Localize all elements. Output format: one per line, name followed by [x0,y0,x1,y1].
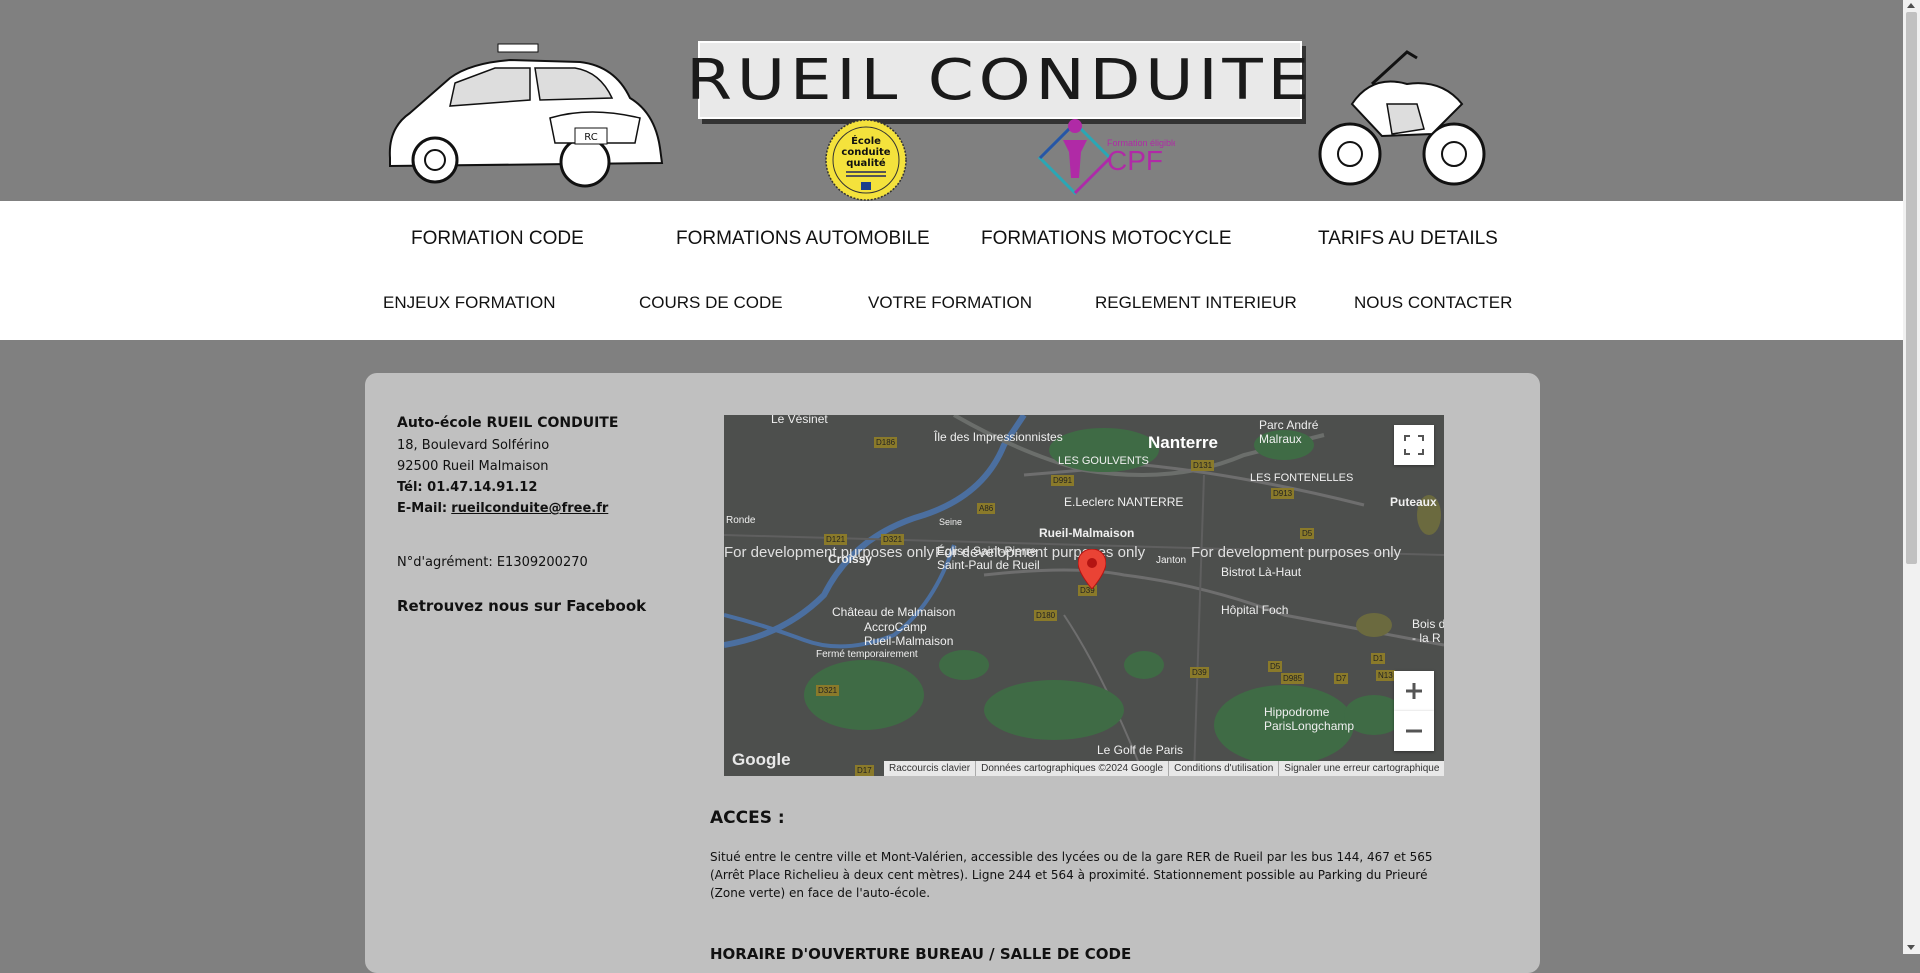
cpf-logo: Formation éligible au CPF [1037,119,1175,196]
facebook-link[interactable]: Retrouvez nous sur Facebook [397,597,646,615]
map-label-goulvents: LES GOULVENTS [1058,455,1149,467]
map-label-bois: Bois de - la R [1412,617,1444,645]
map-footer-report[interactable]: Signaler une erreur cartographique [1279,761,1444,776]
map-label-vesinet: Le Vésinet [771,415,828,426]
map-label-rueil: Rueil-Malmaison [1039,526,1135,540]
dev-watermark-1: For development purposes only [724,544,935,561]
car-plate: RC [584,132,597,143]
map-label-golf: Le Golf de Paris [1097,743,1184,757]
scroll-thumb[interactable] [1906,12,1917,564]
email-link[interactable]: rueilconduite@free.fr [451,501,608,516]
road-tag: N13 [1376,670,1395,681]
map-label-bistrot: Bistrot Là-Haut [1221,565,1302,579]
email-label: E-Mail: [397,501,448,516]
contact-address1: 18, Boulevard Solférino [397,438,550,453]
car-illustration: RC [388,43,664,188]
badge-line2: conduite [841,147,890,158]
road-tag: D991 [1051,475,1075,486]
map-label-nanterre: Nanterre [1148,433,1218,452]
fullscreen-button[interactable] [1394,425,1434,465]
road-tag: D131 [1191,460,1215,471]
nav-cours-de-code[interactable]: COURS DE CODE [639,293,783,313]
road-tag: D121 [824,534,848,545]
map-label-ferme: Fermé temporairement [816,649,918,660]
scroll-down-icon[interactable] [1907,945,1915,950]
nav-formations-automobile[interactable]: FORMATIONS AUTOMOBILE [676,228,930,250]
road-tag: D186 [874,437,898,448]
nav-enjeux-formation[interactable]: ENJEUX FORMATION [383,293,556,313]
content-card: Auto-école RUEIL CONDUITE 18, Boulevard … [365,373,1540,973]
map-footer-shortcuts[interactable]: Raccourcis clavier [884,761,977,776]
location-marker-icon[interactable] [1078,549,1106,589]
page-scrollbar[interactable] [1903,0,1920,954]
main-nav: FORMATION CODE FORMATIONS AUTOMOBILE FOR… [0,201,1903,340]
road-tag: D321 [881,534,905,545]
dev-watermark-2: For development purposes only [935,544,1146,561]
map-label-malraux: Parc André Malraux [1259,418,1319,446]
google-map[interactable]: Le Vésinet Île des Impressionnistes Nant… [724,415,1444,776]
phone-label: Tél: [397,480,423,495]
horaire-title: HORAIRE D'OUVERTURE BUREAU / SALLE DE CO… [710,945,1132,963]
contact-name: Auto-école RUEIL CONDUITE [397,415,619,431]
nav-formation-code[interactable]: FORMATION CODE [411,228,584,250]
map-label-malmaison: Château de Malmaison [832,605,956,619]
road-tag: D180 [1034,610,1058,621]
nav-nous-contacter[interactable]: NOUS CONTACTER [1354,293,1512,313]
road-tag: D5 [1268,661,1283,672]
nav-tarifs-au-details[interactable]: TARIFS AU DETAILS [1318,228,1498,250]
map-label-leclerc: E.Leclerc NANTERRE [1064,495,1184,509]
site-title: RUEIL CONDUITE [686,47,1314,113]
agrement-number: N°d'agrément: E1309200270 [397,555,588,570]
map-label-puteaux: Puteaux [1390,495,1437,509]
road-tag: A86 [977,503,996,514]
map-label-ronde: Ronde [726,515,756,526]
badge-line1: École [851,134,881,147]
nav-reglement-interieur[interactable]: REGLEMENT INTERIEUR [1095,293,1297,313]
nav-formations-motocycle[interactable]: FORMATIONS MOTOCYCLE [981,228,1232,250]
map-label-janton: Janton [1156,555,1187,566]
scroll-up-icon[interactable] [1907,3,1915,8]
badge-line3: qualité [846,157,886,169]
map-label-fontenelles: LES FONTENELLES [1250,472,1354,484]
cpf-big-text: CPF [1107,145,1163,176]
map-footer: Raccourcis clavier Données cartographiqu… [884,761,1444,776]
nav-votre-formation[interactable]: VOTRE FORMATION [868,293,1032,313]
map-footer-terms[interactable]: Conditions d'utilisation [1169,761,1280,776]
road-tag: D7 [1334,673,1349,684]
road-tag: D5 [1300,528,1315,539]
minus-icon [1406,729,1422,733]
ecole-qualite-badge: École conduite qualité [825,119,907,201]
contact-phone: Tél: 01.47.14.91.12 [397,480,537,495]
motorcycle-illustration [1318,50,1486,186]
dev-watermark-3: For development purposes only [1191,544,1402,561]
site-header: RC RUEIL CONDUITE École conduite qualité… [0,0,1903,201]
acces-text: Situé entre le centre ville et Mont-Valé… [710,850,1433,900]
road-tag: D321 [816,685,840,696]
map-label-impressionnistes: Île des Impressionnistes [934,430,1063,444]
contact-address2: 92500 Rueil Malmaison [397,459,549,474]
site-title-box[interactable]: RUEIL CONDUITE [686,41,1309,119]
road-tag: D17 [855,765,874,776]
road-tag: D913 [1271,488,1295,499]
fullscreen-icon [1404,435,1424,455]
map-footer-data: Données cartographiques ©2024 Google [976,761,1170,776]
map-label-accrocamp: AccroCamp Rueil-Malmaison [864,620,954,648]
google-logo: Google [732,750,791,769]
road-tag: D39 [1190,667,1209,678]
zoom-in-button[interactable] [1394,671,1434,711]
zoom-out-button[interactable] [1394,711,1434,751]
road-tag: D1 [1371,653,1386,664]
road-tag: D985 [1281,673,1305,684]
map-label-hippodrome: Hippodrome ParisLongchamp [1264,705,1355,733]
phone-number[interactable]: 01.47.14.91.12 [427,480,537,495]
contact-email: E-Mail: rueilconduite@free.fr [397,501,608,516]
map-label-seine: Seine [939,517,963,527]
plus-icon [1406,683,1422,699]
acces-title: ACCES : [710,808,785,828]
map-label-foch: Hôpital Foch [1221,603,1289,617]
